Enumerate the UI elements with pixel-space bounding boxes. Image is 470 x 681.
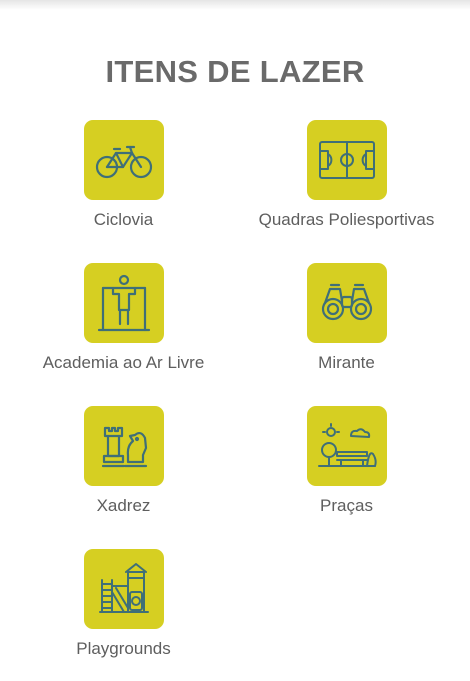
outdoor-gym-icon: [97, 274, 150, 332]
tile-quadras: [306, 120, 387, 200]
leisure-item-academia[interactable]: Academia ao Ar Livre: [6, 263, 241, 373]
label-quadras: Quadras Poliesportivas: [258, 210, 435, 229]
leisure-item-mirante[interactable]: Mirante: [229, 263, 464, 373]
leisure-item-ciclovia[interactable]: Ciclovia: [6, 120, 241, 230]
top-shadow: [0, 0, 470, 10]
tile-mirante: [306, 263, 387, 343]
bicycle-icon: [95, 145, 152, 179]
leisure-item-pracas[interactable]: Praças: [229, 406, 464, 516]
leisure-item-xadrez[interactable]: Xadrez: [6, 406, 241, 516]
label-ciclovia: Ciclovia: [93, 210, 154, 229]
chess-icon: [101, 426, 147, 468]
tile-playgrounds: [83, 549, 164, 629]
leisure-item-quadras[interactable]: Quadras Poliesportivas: [229, 120, 464, 230]
tile-pracas: [306, 406, 387, 486]
sports-court-icon: [318, 141, 375, 179]
leisure-item-playgrounds[interactable]: Playgrounds: [6, 549, 241, 659]
park-icon: [317, 423, 377, 467]
label-xadrez: Xadrez: [96, 496, 151, 515]
label-pracas: Praças: [320, 496, 373, 515]
page-title: ITENS DE LAZER: [105, 54, 365, 89]
tile-xadrez: [83, 406, 164, 486]
label-academia: Academia ao Ar Livre: [42, 353, 205, 372]
tile-ciclovia: [83, 120, 164, 200]
page: ITENS DE LAZER Ciclovia Quadras Poliespo…: [0, 0, 470, 681]
playground-icon: [98, 563, 149, 613]
label-playgrounds: Playgrounds: [76, 639, 171, 658]
label-mirante: Mirante: [318, 353, 375, 372]
binoculars-icon: [321, 283, 372, 321]
tile-academia: [83, 263, 164, 343]
